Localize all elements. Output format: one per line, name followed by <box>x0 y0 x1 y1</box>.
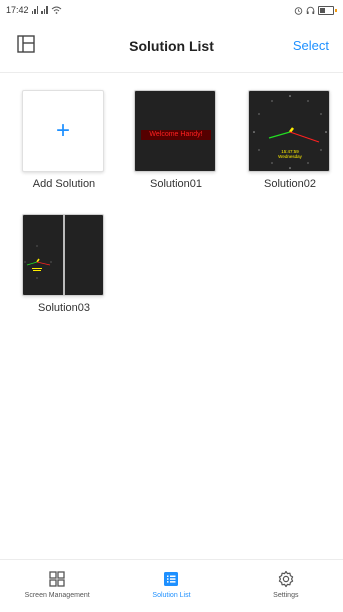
add-solution-tile[interactable]: + Add Solution <box>22 90 106 190</box>
solution-tile-01[interactable]: Welcome Handy! Solution01 <box>134 90 218 190</box>
tile-label: Solution02 <box>264 178 316 190</box>
tile-label: Add Solution <box>32 178 96 190</box>
nav-label: Screen Management <box>24 592 90 599</box>
battery-charge-indicator <box>335 8 337 12</box>
solution-tile-02[interactable]: 15:47:59 Wednesday Solution02 <box>248 90 332 190</box>
bottom-nav: Screen Management Solution List Settings <box>0 559 343 612</box>
page-title: Solution List <box>129 38 214 54</box>
wifi-icon <box>51 6 61 14</box>
tile-label: Solution01 <box>150 178 202 190</box>
battery-icon <box>318 5 334 15</box>
nav-label: Solution List <box>152 592 191 599</box>
nav-screen-management[interactable]: Screen Management <box>0 560 114 612</box>
solution-thumb-02[interactable]: 15:47:59 Wednesday <box>248 90 330 172</box>
add-solution-thumb[interactable]: + <box>22 90 104 172</box>
clock-day-text: Wednesday <box>278 154 302 159</box>
preview-text: Welcome Handy! <box>141 130 211 140</box>
alarm-icon <box>294 6 303 15</box>
status-bar: 17:42 <box>0 0 343 20</box>
split-divider <box>63 215 65 295</box>
grid-icon <box>49 571 65 587</box>
nav-settings[interactable]: Settings <box>229 560 343 612</box>
signal-icon <box>31 6 39 14</box>
mini-clock-preview <box>24 245 52 279</box>
status-right <box>294 5 337 15</box>
tile-label: Solution03 <box>38 302 90 314</box>
layout-icon[interactable] <box>16 34 36 54</box>
nav-solution-list[interactable]: Solution List <box>114 560 228 612</box>
list-icon <box>164 572 179 586</box>
status-time: 17:42 <box>6 5 29 15</box>
solution-thumb-01[interactable]: Welcome Handy! <box>134 90 216 172</box>
plus-icon: + <box>55 117 70 144</box>
header: Solution List Select <box>0 20 343 73</box>
clock-preview <box>253 95 327 169</box>
select-button[interactable]: Select <box>293 38 329 53</box>
solution-thumb-03[interactable] <box>22 214 104 296</box>
signal-icon-2 <box>41 6 48 14</box>
solution-tile-03[interactable]: Solution03 <box>22 214 106 314</box>
headphones-icon <box>306 6 315 14</box>
nav-label: Settings <box>273 592 299 599</box>
status-left: 17:42 <box>6 5 62 15</box>
gear-icon <box>278 570 294 588</box>
